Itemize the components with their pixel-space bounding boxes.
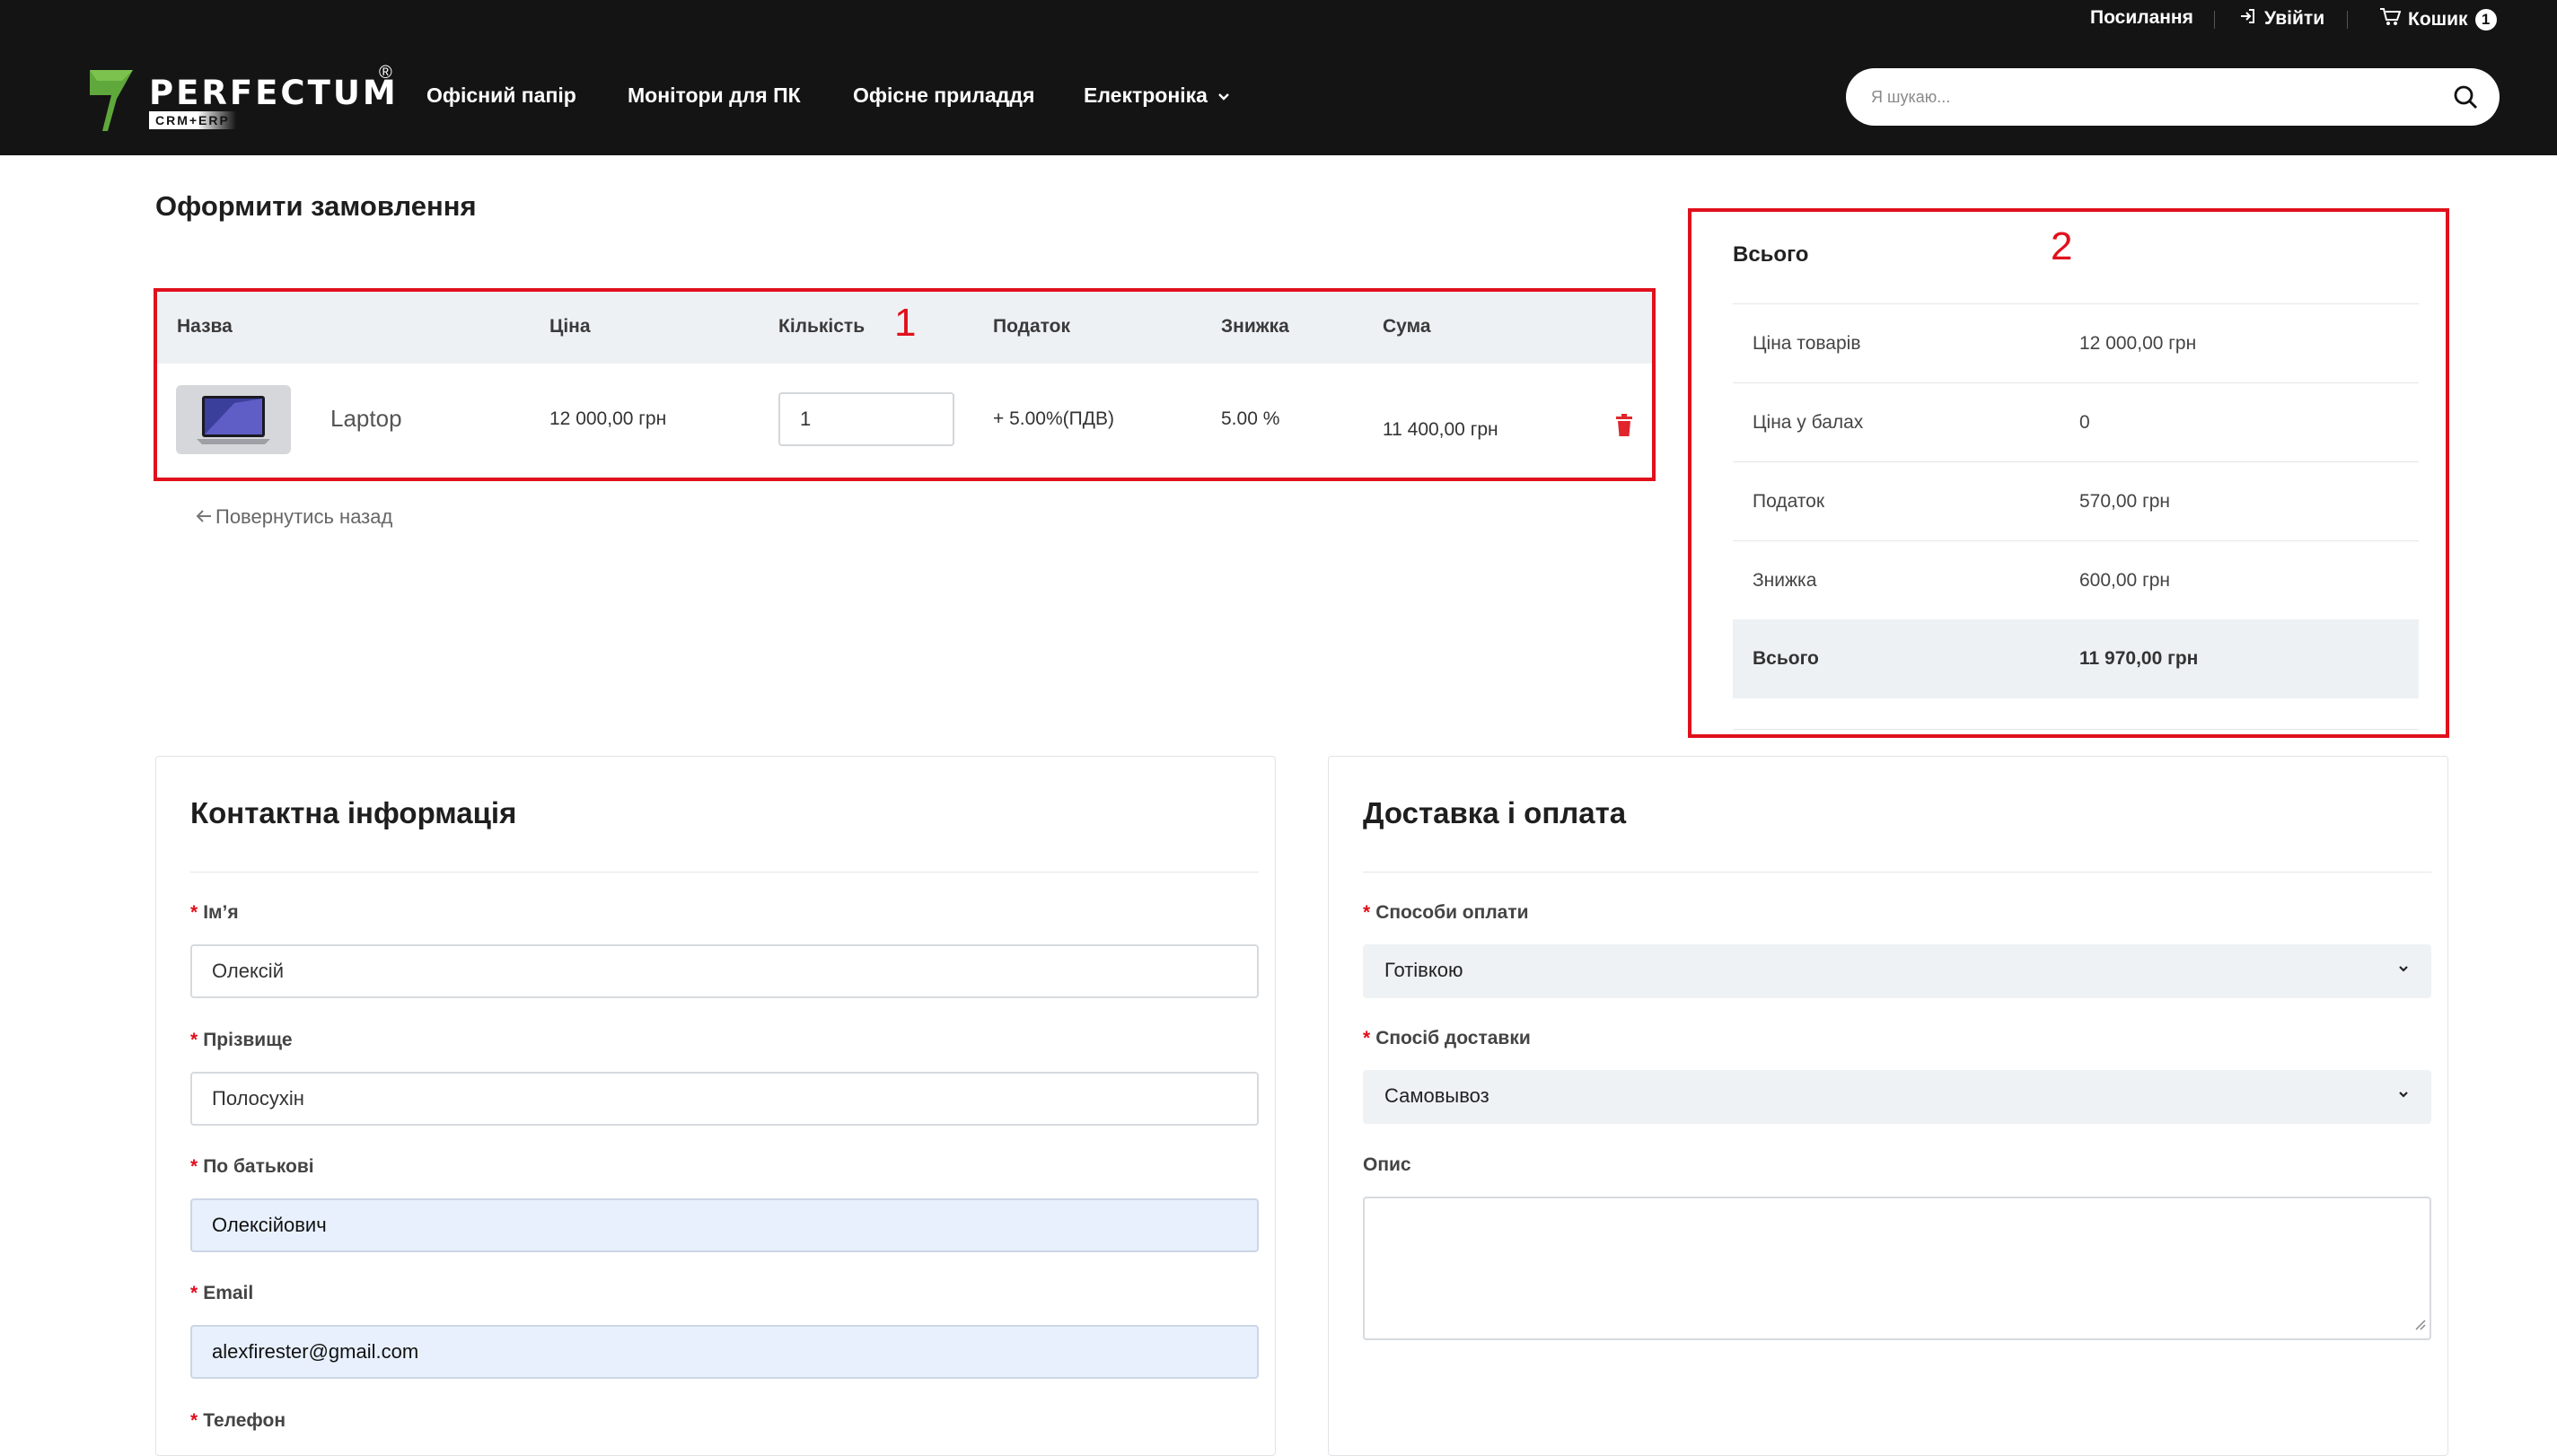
divider xyxy=(2214,11,2215,29)
arrow-left-icon xyxy=(196,505,212,529)
contact-info-card: Контактна інформація *Ім’я *Прізвище *По… xyxy=(155,756,1276,1456)
nav-label: Офісний папір xyxy=(426,83,576,107)
contact-info-title: Контактна інформація xyxy=(190,796,517,829)
page-title: Оформити замовлення xyxy=(155,190,477,222)
product-name[interactable]: Laptop xyxy=(330,405,402,433)
login-label: Увійти xyxy=(2264,8,2325,29)
summary-label: Ціна товарів xyxy=(1753,333,1861,354)
last-name-label: * Прізвище xyxy=(190,1030,293,1050)
nav-item-electronics[interactable]: Електроніка xyxy=(1084,83,1231,108)
divider xyxy=(2347,11,2348,29)
cart-table: Назва Ціна Кількість Податок Знижка Сума… xyxy=(154,288,1656,481)
column-header-sum: Сума xyxy=(1383,316,1431,337)
summary-label: Ціна у балах xyxy=(1753,412,1864,433)
logo-mark-icon xyxy=(90,70,133,131)
nav-item-monitors[interactable]: Монітори для ПК xyxy=(628,83,801,108)
description-textarea[interactable] xyxy=(1363,1197,2431,1340)
email-label: * Email xyxy=(190,1283,254,1303)
links-link[interactable]: Посилання xyxy=(2090,7,2193,29)
nav-label: Монітори для ПК xyxy=(628,83,801,107)
cart-count-badge: 1 xyxy=(2474,9,2497,31)
email-field[interactable] xyxy=(190,1325,1259,1379)
last-name-field[interactable] xyxy=(190,1072,1259,1126)
back-label: Повернутись назад xyxy=(215,505,393,528)
search-box xyxy=(1846,68,2500,126)
payment-method-value: Готівкою xyxy=(1384,959,1463,981)
nav-label: Офісне приладдя xyxy=(853,83,1035,107)
column-header-quantity: Кількість xyxy=(778,316,866,337)
column-header-name: Назва xyxy=(177,316,233,337)
product-sum: 11 400,00 грн xyxy=(1383,419,1498,440)
annotation-number: 1 xyxy=(894,301,917,345)
cart-label: Кошик xyxy=(2408,9,2468,30)
phone-label: * Телефон xyxy=(190,1410,286,1431)
divider xyxy=(1363,872,2431,873)
chevron-down-icon xyxy=(2397,962,2410,979)
summary-row: Ціна товарів 12 000,00 грн xyxy=(1733,303,2419,382)
payment-method-select[interactable]: Готівкою xyxy=(1363,944,2431,998)
first-name-field[interactable] xyxy=(190,944,1259,998)
patronymic-label: * По батькові xyxy=(190,1156,314,1177)
resize-handle-icon[interactable] xyxy=(2413,1318,2426,1335)
chevron-down-icon xyxy=(2397,1088,2410,1105)
summary-row: Знижка 600,00 грн xyxy=(1733,540,2419,619)
shipping-method-value: Самовывоз xyxy=(1384,1084,1489,1107)
summary-value: 570,00 грн xyxy=(2079,491,2171,512)
logo-text: PERFECTUM xyxy=(149,74,399,112)
laptop-icon xyxy=(197,395,270,444)
links-label: Посилання xyxy=(2090,7,2193,28)
payment-method-label: * Способи оплати xyxy=(1363,902,1529,923)
cart-icon xyxy=(2379,7,2402,32)
first-name-label: * Ім’я xyxy=(190,902,239,923)
divider xyxy=(1733,729,2419,730)
search-input[interactable] xyxy=(1871,68,2410,126)
delivery-payment-title: Доставка і оплата xyxy=(1363,796,1627,829)
main-header: PERFECTUM ® CRM+ERP Офісний папір Моніто… xyxy=(0,39,2557,155)
summary-total-value: 11 970,00 грн xyxy=(2079,648,2199,669)
shipping-method-select[interactable]: Самовывоз xyxy=(1363,1070,2431,1124)
column-header-price: Ціна xyxy=(549,316,591,337)
summary-value: 0 xyxy=(2079,412,2090,433)
quantity-input[interactable] xyxy=(778,392,954,446)
summary-row: Податок 570,00 грн xyxy=(1733,461,2419,540)
logo-registered-mark: ® xyxy=(379,63,392,83)
product-discount: 5.00 % xyxy=(1221,408,1280,429)
logo[interactable]: PERFECTUM ® CRM+ERP xyxy=(88,63,402,138)
patronymic-field[interactable] xyxy=(190,1198,1259,1252)
summary-label: Знижка xyxy=(1753,570,1817,591)
divider xyxy=(190,872,1259,873)
summary-total-label: Всього xyxy=(1753,648,1819,669)
nav-item-office-paper[interactable]: Офісний папір xyxy=(426,83,576,108)
back-link[interactable]: Повернутись назад xyxy=(196,505,392,529)
summary-row: Ціна у балах 0 xyxy=(1733,382,2419,461)
search-icon[interactable] xyxy=(2453,84,2478,114)
product-price: 12 000,00 грн xyxy=(549,408,667,429)
column-header-discount: Знижка xyxy=(1221,316,1289,337)
annotation-number: 2 xyxy=(2051,224,2073,268)
nav-label: Електроніка xyxy=(1084,83,1208,107)
summary-value: 600,00 грн xyxy=(2079,570,2171,591)
delivery-payment-card: Доставка і оплата * Способи оплати Готівк… xyxy=(1328,756,2448,1456)
order-summary: Всього 2 Ціна товарів 12 000,00 грн Ціна… xyxy=(1688,208,2449,738)
nav-item-office-supplies[interactable]: Офісне приладдя xyxy=(853,83,1034,108)
shipping-method-label: * Спосіб доставки xyxy=(1363,1028,1531,1048)
logo-subtitle: CRM+ERP xyxy=(149,111,236,129)
trash-icon[interactable] xyxy=(1615,414,1633,442)
column-header-tax: Податок xyxy=(993,316,1070,337)
summary-value: 12 000,00 грн xyxy=(2079,333,2197,354)
top-bar: Посилання Увійти Кошик 1 xyxy=(0,0,2557,39)
login-icon xyxy=(2239,7,2257,31)
chevron-down-icon xyxy=(1217,83,1231,108)
summary-label: Податок xyxy=(1753,491,1825,512)
login-link[interactable]: Увійти xyxy=(2239,7,2324,31)
summary-total-row: Всього 11 970,00 грн xyxy=(1733,619,2419,698)
product-image[interactable] xyxy=(176,385,291,454)
product-tax: + 5.00%(ПДВ) xyxy=(993,408,1114,429)
summary-title: Всього xyxy=(1733,242,1809,267)
description-label: Опис xyxy=(1363,1154,1411,1175)
cart-link[interactable]: Кошик 1 xyxy=(2379,7,2497,32)
